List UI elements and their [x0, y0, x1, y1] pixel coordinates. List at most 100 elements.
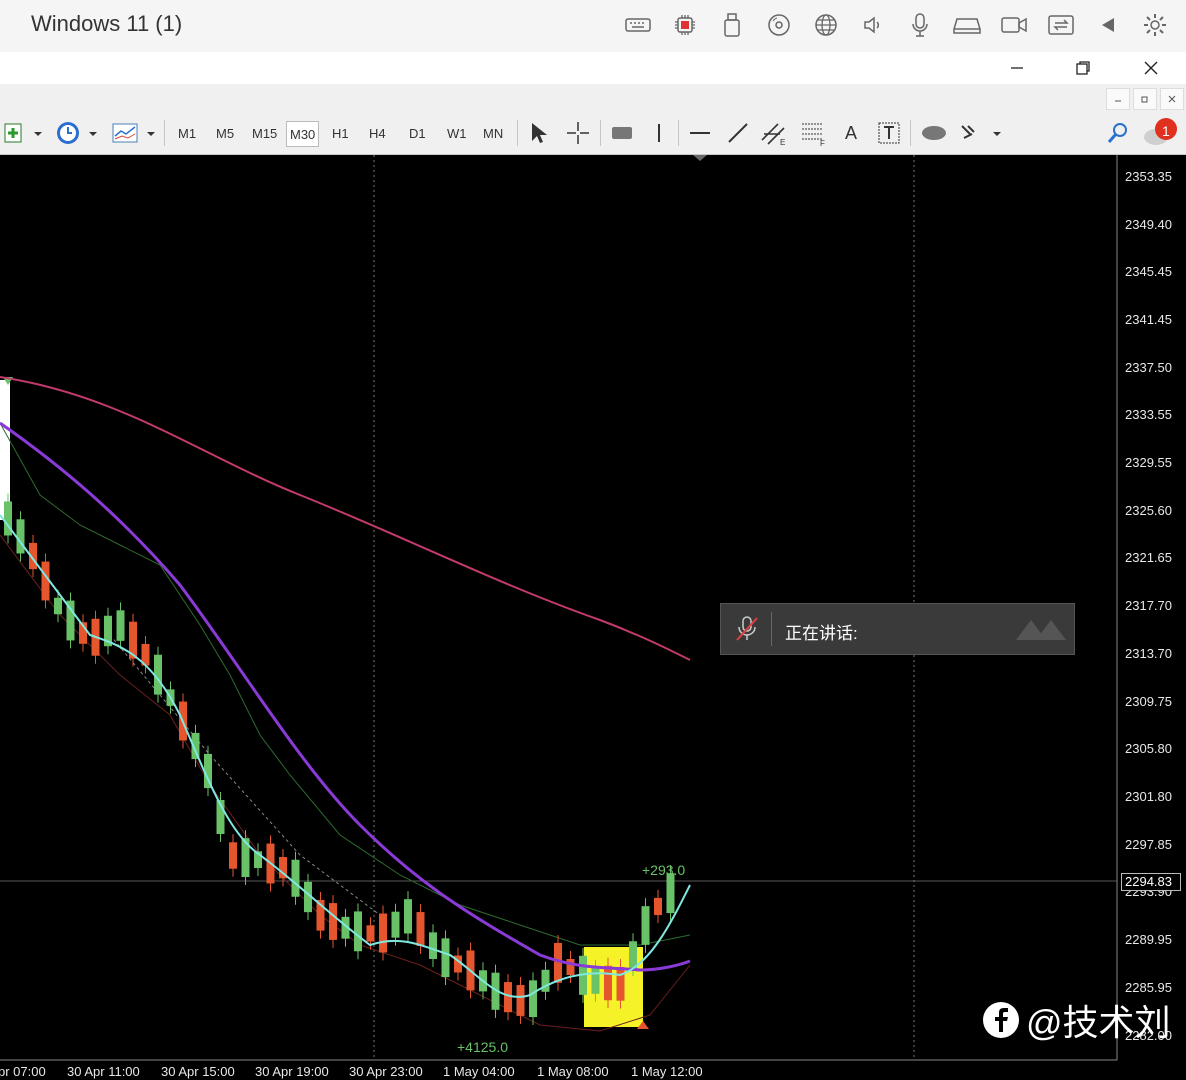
- text-tool-button[interactable]: A: [836, 119, 866, 147]
- muted-microphone-icon[interactable]: [733, 614, 763, 644]
- search-button[interactable]: [1104, 119, 1132, 147]
- candle-body: [591, 968, 600, 994]
- svg-text:E: E: [780, 138, 785, 146]
- candle-body: [529, 980, 537, 1018]
- candle-body: [16, 519, 25, 554]
- price-tick: 2289.95: [1125, 932, 1172, 947]
- vertical-line-button[interactable]: [645, 119, 673, 147]
- candle-body: [616, 966, 625, 1001]
- price-tick: 2317.70: [1125, 598, 1172, 613]
- candle-body: [629, 941, 637, 969]
- time-tick: pr 07:00: [0, 1064, 46, 1079]
- time-tick: 1 May 12:00: [631, 1064, 703, 1079]
- timeframe-h4[interactable]: H4: [366, 121, 389, 145]
- speaker-icon[interactable]: [849, 10, 896, 40]
- time-tick: 30 Apr 23:00: [349, 1064, 423, 1079]
- timeframe-d1[interactable]: D1: [406, 121, 429, 145]
- candle-body: [116, 610, 125, 641]
- fibonacci-button[interactable]: F: [798, 119, 830, 147]
- periodicity-button[interactable]: [54, 119, 100, 147]
- minimize-button[interactable]: [994, 52, 1040, 84]
- candle-body: [604, 965, 612, 1001]
- new-chart-button[interactable]: [2, 119, 44, 147]
- rectangle-tool-button[interactable]: [606, 119, 638, 147]
- timeframe-h1[interactable]: H1: [329, 121, 352, 145]
- new-chart-icon: [4, 123, 42, 143]
- speaking-popup[interactable]: 正在讲话:: [720, 603, 1075, 655]
- price-tick: 2341.45: [1125, 312, 1172, 327]
- gear-icon[interactable]: [1131, 10, 1178, 40]
- back-icon[interactable]: [1084, 10, 1131, 40]
- price-tick: 2329.55: [1125, 455, 1172, 470]
- timeframe-m5[interactable]: M5: [213, 121, 237, 145]
- arrows-tool-button[interactable]: [958, 119, 1004, 147]
- ma-fast-line: [0, 514, 691, 998]
- toolbar-separator: [517, 120, 518, 146]
- price-tick: 2285.95: [1125, 980, 1172, 995]
- templates-button[interactable]: [110, 119, 158, 147]
- price-tick: 2337.50: [1125, 360, 1172, 375]
- ma-mid-line: [0, 421, 691, 972]
- minimize-icon: [1011, 67, 1023, 69]
- drive-icon[interactable]: [943, 10, 990, 40]
- timeframe-m15[interactable]: M15: [249, 121, 280, 145]
- crosshair-tool-button[interactable]: [562, 119, 594, 147]
- ellipse-tool-button[interactable]: [916, 119, 952, 147]
- price-tick: 2345.45: [1125, 264, 1172, 279]
- price-tick: 2325.60: [1125, 503, 1172, 518]
- keyboard-icon[interactable]: [614, 10, 661, 40]
- cursor-icon: [532, 123, 547, 143]
- candle-body: [441, 938, 450, 978]
- notifications-button[interactable]: 1: [1140, 118, 1182, 147]
- timeframe-m1[interactable]: M1: [175, 121, 199, 145]
- chart-toolbar: M1 M5 M15 M30 H1 H4 D1 W1 MN E F A 1: [0, 112, 1186, 155]
- trendline-button[interactable]: [722, 119, 754, 147]
- network-icon[interactable]: [802, 10, 849, 40]
- time-tick: 1 May 04:00: [443, 1064, 515, 1079]
- candle-body: [654, 897, 662, 916]
- trendline-icon: [728, 123, 748, 143]
- restore-icon: [1076, 61, 1090, 75]
- restore-button[interactable]: [1060, 52, 1106, 84]
- current-price-tag: 2294.83: [1121, 873, 1181, 891]
- ellipse-icon: [922, 126, 946, 140]
- price-tick: 2349.40: [1125, 217, 1172, 232]
- chart-restore-button[interactable]: [1133, 88, 1157, 110]
- usb-icon[interactable]: [708, 10, 755, 40]
- timeframe-w1[interactable]: W1: [444, 121, 470, 145]
- toolbar-separator: [600, 120, 601, 146]
- candle-body: [666, 873, 675, 914]
- chart-minimize-button[interactable]: [1106, 88, 1130, 110]
- close-button[interactable]: [1128, 52, 1174, 84]
- vm-title: Windows 11 (1): [31, 11, 183, 36]
- watermark-text: @技术刘: [1026, 1002, 1171, 1043]
- text-label-button[interactable]: [874, 119, 904, 147]
- price-tick: 2353.35: [1125, 169, 1172, 184]
- candle-body: [404, 899, 412, 934]
- points-label: +4125.0: [457, 1039, 508, 1055]
- profit-label: +293.0: [642, 862, 685, 878]
- fibonacci-icon: F: [802, 123, 825, 146]
- microphone-icon[interactable]: [896, 10, 943, 40]
- chart-close-button[interactable]: [1160, 88, 1184, 110]
- share-icon[interactable]: [1037, 10, 1084, 40]
- chart-shift-marker[interactable]: [693, 155, 707, 161]
- horizontal-line-icon: [690, 132, 710, 134]
- equidistant-channel-button[interactable]: E: [758, 119, 790, 147]
- minimize-icon: [1115, 100, 1121, 102]
- candle-body: [566, 959, 575, 975]
- time-tick: 1 May 08:00: [537, 1064, 609, 1079]
- price-tick: 2313.70: [1125, 646, 1172, 661]
- timeframe-mn[interactable]: MN: [480, 121, 506, 145]
- cursor-tool-button[interactable]: [522, 119, 554, 147]
- toolbar-separator: [678, 120, 679, 146]
- timeframe-m30[interactable]: M30: [286, 121, 320, 147]
- ma-slow-line: [0, 376, 691, 661]
- candle-body: [516, 985, 525, 1016]
- disc-icon[interactable]: [755, 10, 802, 40]
- price-tick: 2301.80: [1125, 789, 1172, 804]
- cpu-icon[interactable]: [661, 10, 708, 40]
- clock-icon: [57, 122, 97, 144]
- camera-icon[interactable]: [990, 10, 1037, 40]
- horizontal-line-button[interactable]: [684, 119, 716, 147]
